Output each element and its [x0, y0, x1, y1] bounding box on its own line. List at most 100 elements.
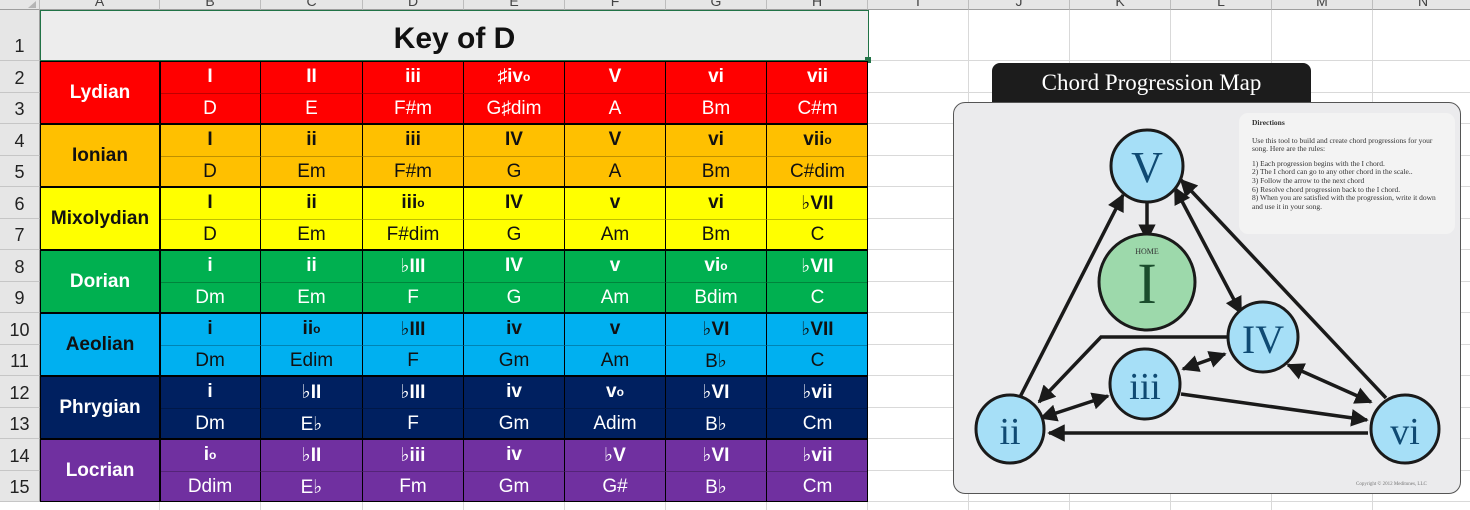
- numeral-cell[interactable]: iii o: [363, 187, 464, 219]
- chord-cell[interactable]: Ddim: [160, 471, 261, 502]
- chord-cell[interactable]: E♭: [261, 471, 363, 502]
- numeral-cell[interactable]: iii: [363, 124, 464, 156]
- numeral-cell[interactable]: v: [565, 250, 666, 282]
- numeral-cell[interactable]: V: [565, 61, 666, 93]
- row-header-11[interactable]: 11: [0, 345, 40, 376]
- chord-cell[interactable]: C: [767, 219, 868, 250]
- numeral-cell[interactable]: ♭VI: [666, 439, 767, 471]
- chord-cell[interactable]: Am: [565, 282, 666, 313]
- numeral-cell[interactable]: ♭iii: [363, 439, 464, 471]
- numeral-cell[interactable]: ♭VII: [767, 313, 868, 345]
- numeral-cell[interactable]: ♭VII: [767, 187, 868, 219]
- chord-cell[interactable]: Dm: [160, 408, 261, 439]
- numeral-cell[interactable]: ♯iv o: [464, 61, 565, 93]
- chord-cell[interactable]: F: [363, 282, 464, 313]
- numeral-cell[interactable]: ii o: [261, 313, 363, 345]
- row-header-10[interactable]: 10: [0, 313, 40, 345]
- numeral-cell[interactable]: ♭III: [363, 376, 464, 408]
- chord-cell[interactable]: G: [464, 282, 565, 313]
- chord-cell[interactable]: F#dim: [363, 219, 464, 250]
- chord-cell[interactable]: Am: [565, 345, 666, 376]
- numeral-cell[interactable]: io: [160, 439, 261, 471]
- mode-name-mixolydian[interactable]: Mixolydian: [40, 187, 160, 250]
- numeral-cell[interactable]: ♭II: [261, 439, 363, 471]
- column-header-k[interactable]: K: [1070, 0, 1171, 10]
- numeral-cell[interactable]: vii: [767, 61, 868, 93]
- chord-cell[interactable]: Am: [565, 219, 666, 250]
- row-header-2[interactable]: 2: [0, 61, 40, 93]
- chord-cell[interactable]: Dm: [160, 282, 261, 313]
- column-header-n[interactable]: N: [1373, 0, 1470, 10]
- chord-cell[interactable]: Cm: [767, 408, 868, 439]
- select-all-corner[interactable]: [0, 0, 40, 10]
- chord-cell[interactable]: Fm: [363, 471, 464, 502]
- chord-cell[interactable]: A: [565, 93, 666, 124]
- title-cell[interactable]: Key of D: [40, 10, 869, 61]
- chord-cell[interactable]: E: [261, 93, 363, 124]
- chord-cell[interactable]: F: [363, 408, 464, 439]
- row-header-14[interactable]: 14: [0, 439, 40, 471]
- numeral-cell[interactable]: vo: [565, 376, 666, 408]
- chord-cell[interactable]: Bdim: [666, 282, 767, 313]
- column-header-l[interactable]: L: [1171, 0, 1272, 10]
- chord-cell[interactable]: C: [767, 345, 868, 376]
- numeral-cell[interactable]: ♭III: [363, 313, 464, 345]
- numeral-cell[interactable]: i: [160, 313, 261, 345]
- mode-name-dorian[interactable]: Dorian: [40, 250, 160, 313]
- numeral-cell[interactable]: ♭vii: [767, 376, 868, 408]
- numeral-cell[interactable]: vi: [666, 187, 767, 219]
- numeral-cell[interactable]: ii: [261, 187, 363, 219]
- chord-cell[interactable]: Em: [261, 282, 363, 313]
- row-header-3[interactable]: 3: [0, 93, 40, 124]
- numeral-cell[interactable]: ♭V: [565, 439, 666, 471]
- column-header-c[interactable]: C: [261, 0, 363, 10]
- numeral-cell[interactable]: v: [565, 187, 666, 219]
- chord-cell[interactable]: Bm: [666, 156, 767, 187]
- chord-cell[interactable]: C#dim: [767, 156, 868, 187]
- chord-cell[interactable]: D: [160, 156, 261, 187]
- mode-name-lydian[interactable]: Lydian: [40, 61, 160, 124]
- chord-cell[interactable]: D: [160, 219, 261, 250]
- chord-cell[interactable]: Dm: [160, 345, 261, 376]
- mode-name-aeolian[interactable]: Aeolian: [40, 313, 160, 376]
- chord-cell[interactable]: Bm: [666, 219, 767, 250]
- column-header-f[interactable]: F: [565, 0, 666, 10]
- numeral-cell[interactable]: I: [160, 124, 261, 156]
- numeral-cell[interactable]: vi o: [666, 250, 767, 282]
- numeral-cell[interactable]: ♭vii: [767, 439, 868, 471]
- mode-name-phrygian[interactable]: Phrygian: [40, 376, 160, 439]
- row-header-9[interactable]: 9: [0, 282, 40, 313]
- column-header-d[interactable]: D: [363, 0, 464, 10]
- chord-cell[interactable]: C#m: [767, 93, 868, 124]
- chord-cell[interactable]: E♭: [261, 408, 363, 439]
- chord-cell[interactable]: Cm: [767, 471, 868, 502]
- numeral-cell[interactable]: ♭VII: [767, 250, 868, 282]
- chord-cell[interactable]: B♭: [666, 345, 767, 376]
- mode-name-locrian[interactable]: Locrian: [40, 439, 160, 502]
- numeral-cell[interactable]: ii: [261, 250, 363, 282]
- numeral-cell[interactable]: i: [160, 376, 261, 408]
- chord-cell[interactable]: C: [767, 282, 868, 313]
- chord-cell[interactable]: B♭: [666, 471, 767, 502]
- numeral-cell[interactable]: ♭VI: [666, 376, 767, 408]
- column-header-g[interactable]: G: [666, 0, 767, 10]
- numeral-cell[interactable]: IV: [464, 250, 565, 282]
- chord-cell[interactable]: A: [565, 156, 666, 187]
- column-header-m[interactable]: M: [1272, 0, 1373, 10]
- numeral-cell[interactable]: iv: [464, 313, 565, 345]
- row-header-7[interactable]: 7: [0, 219, 40, 250]
- numeral-cell[interactable]: ♭VI: [666, 313, 767, 345]
- numeral-cell[interactable]: II: [261, 61, 363, 93]
- chord-cell[interactable]: Em: [261, 156, 363, 187]
- chord-cell[interactable]: Gm: [464, 408, 565, 439]
- numeral-cell[interactable]: I: [160, 61, 261, 93]
- row-header-1[interactable]: 1: [0, 10, 40, 61]
- numeral-cell[interactable]: iv: [464, 439, 565, 471]
- numeral-cell[interactable]: ♭II: [261, 376, 363, 408]
- chord-cell[interactable]: G♯dim: [464, 93, 565, 124]
- chord-cell[interactable]: G: [464, 219, 565, 250]
- row-header-4[interactable]: 4: [0, 124, 40, 156]
- numeral-cell[interactable]: V: [565, 124, 666, 156]
- chord-cell[interactable]: Em: [261, 219, 363, 250]
- chord-cell[interactable]: Edim: [261, 345, 363, 376]
